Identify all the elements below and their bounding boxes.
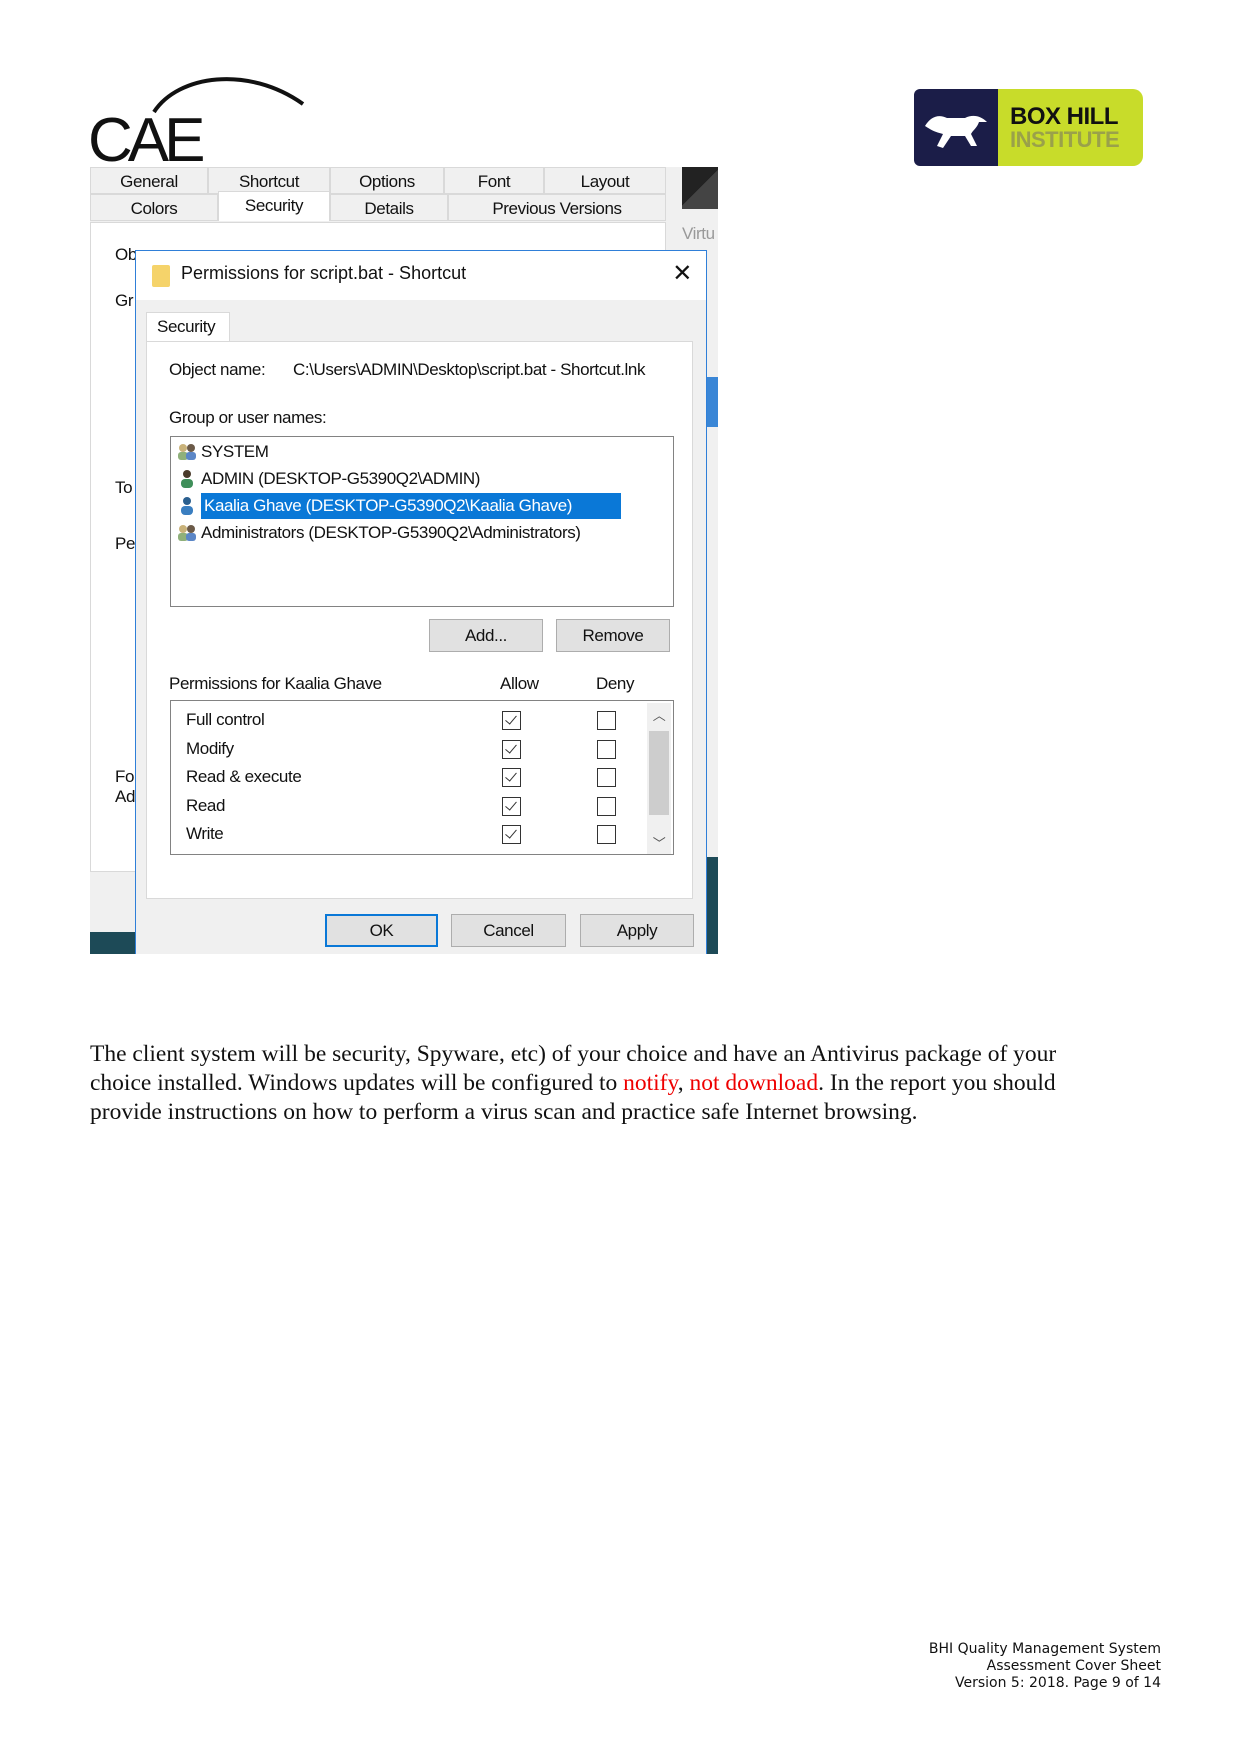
- desktop-background: [707, 857, 718, 954]
- deny-checkbox[interactable]: [597, 711, 616, 730]
- deny-checkbox[interactable]: [597, 739, 616, 759]
- obscured-text: Pe: [115, 534, 135, 553]
- background-window-text: Virtu: [682, 224, 715, 243]
- object-name-value: C:\Users\ADMIN\Desktop\script.bat - Shor…: [293, 360, 646, 379]
- footer-line: Version 5: 2018. Page 9 of 14: [955, 1675, 1161, 1691]
- cae-logo: CAE: [88, 70, 308, 172]
- allow-checkbox[interactable]: [502, 739, 521, 759]
- dialog-title: Permissions for script.bat - Shortcut: [181, 263, 467, 283]
- user-name: SYSTEM: [201, 442, 269, 461]
- user-list-item[interactable]: ADMIN (DESKTOP-G5390Q2\ADMIN): [177, 466, 480, 492]
- horse-icon: [914, 89, 998, 166]
- user-list-item[interactable]: Administrators (DESKTOP-G5390Q2\Administ…: [177, 520, 581, 546]
- tab-font[interactable]: Font: [444, 167, 544, 194]
- user-name: ADMIN (DESKTOP-G5390Q2\ADMIN): [201, 469, 481, 488]
- desktop-background: [90, 932, 135, 954]
- paragraph-text: choice installed. Windows updates will b…: [90, 1070, 624, 1096]
- permission-name: Full control: [186, 710, 265, 729]
- permission-name: Read & execute: [186, 767, 302, 786]
- page-footer: BHI Quality Management System Assessment…: [929, 1641, 1161, 1692]
- obscured-text: Ad: [115, 787, 135, 806]
- permissions-dialog: Permissions for script.bat - Shortcut ✕ …: [135, 250, 707, 954]
- user-name: Administrators (DESKTOP-G5390Q2\Administ…: [201, 523, 581, 542]
- obscured-text: Fo: [115, 767, 135, 786]
- tab-previous-versions[interactable]: Previous Versions: [448, 194, 666, 221]
- group-icon: [177, 523, 197, 543]
- allow-checkbox[interactable]: [502, 768, 521, 787]
- deny-header: Deny: [596, 674, 635, 693]
- paragraph-text: ,: [677, 1070, 690, 1096]
- deny-checkbox[interactable]: [597, 768, 616, 787]
- add-button[interactable]: Add...: [429, 619, 543, 652]
- tab-general[interactable]: General: [90, 167, 208, 194]
- close-icon[interactable]: ✕: [672, 259, 692, 288]
- deny-checkbox[interactable]: [597, 796, 616, 816]
- footer-line: Assessment Cover Sheet: [986, 1658, 1161, 1674]
- paragraph-text: provide instructions on how to perform a…: [90, 1099, 918, 1125]
- user-list[interactable]: SYSTEM ADMIN (DESKTOP-G5390Q2\ADMIN) Kaali…: [170, 436, 674, 607]
- cae-logo-text: CAE: [88, 106, 206, 175]
- paragraph-text: . In the report you should: [818, 1070, 1056, 1096]
- scrollbar-thumb[interactable]: [649, 731, 669, 815]
- allow-checkbox[interactable]: [502, 825, 521, 844]
- scroll-up-icon[interactable]: ︿: [647, 705, 671, 724]
- tab-security[interactable]: Security: [146, 312, 230, 342]
- permissions-label: Permissions for Kaalia Ghave: [169, 674, 382, 693]
- obscured-text: To: [115, 478, 133, 497]
- scrollbar[interactable]: ︿ ﹀: [647, 703, 671, 854]
- ok-button[interactable]: OK: [325, 914, 438, 947]
- tab-security[interactable]: Security: [218, 191, 330, 221]
- user-list-item[interactable]: SYSTEM: [177, 439, 269, 465]
- background-window-edge: [707, 377, 718, 427]
- permission-name: Modify: [186, 738, 234, 758]
- object-name-label: Object name:: [169, 360, 266, 379]
- logo-line2: INSTITUTE: [1010, 126, 1120, 152]
- dialog-title-bar: Permissions for script.bat - Shortcut ✕: [136, 251, 706, 300]
- security-panel: Object name: C:\Users\ADMIN\Desktop\scri…: [146, 341, 693, 899]
- group-icon: [177, 442, 197, 462]
- obscured-text: Ob: [115, 245, 137, 264]
- user-icon: [177, 469, 197, 489]
- cancel-button[interactable]: Cancel: [451, 914, 566, 947]
- apply-button[interactable]: Apply: [580, 914, 694, 947]
- tab-layout[interactable]: Layout: [544, 167, 666, 194]
- allow-checkbox[interactable]: [502, 796, 521, 816]
- logo-line1: BOX HILL: [1010, 102, 1119, 130]
- allow-header: Allow: [500, 674, 539, 693]
- paragraph-text: The client system will be security, Spyw…: [90, 1041, 1057, 1067]
- tab-options[interactable]: Options: [330, 167, 444, 194]
- background-window-edge: [682, 167, 718, 209]
- permission-name: Read: [186, 795, 226, 815]
- allow-checkbox[interactable]: [502, 711, 521, 730]
- highlighted-text-notify: notify: [623, 1070, 678, 1096]
- user-icon: [177, 496, 197, 516]
- group-label: Group or user names:: [169, 408, 327, 427]
- remove-button[interactable]: Remove: [556, 619, 670, 652]
- footer-line: BHI Quality Management System: [928, 1641, 1161, 1657]
- box-hill-logo: BOX HILL INSTITUTE: [914, 89, 1143, 166]
- tab-colors[interactable]: Colors: [90, 194, 218, 221]
- tab-shortcut[interactable]: Shortcut: [208, 167, 330, 194]
- permissions-list: Full control Modify Read & execute Read Writ…: [170, 700, 674, 855]
- user-name: Kaalia Ghave (DESKTOP-G5390Q2\Kaalia Gha…: [201, 493, 621, 519]
- scroll-down-icon[interactable]: ﹀: [647, 833, 671, 852]
- tab-details[interactable]: Details: [330, 194, 448, 221]
- folder-icon: [152, 265, 170, 287]
- permissions-screenshot: General Shortcut Options Font Layout Col…: [90, 167, 718, 954]
- highlighted-text-not-download: not download: [689, 1070, 819, 1096]
- deny-checkbox[interactable]: [597, 825, 616, 844]
- permission-name: Write: [186, 824, 224, 843]
- obscured-text: Gr: [115, 291, 134, 310]
- user-list-item[interactable]: Kaalia Ghave (DESKTOP-G5390Q2\Kaalia Gha…: [177, 493, 621, 519]
- body-paragraph: The client system will be security, Spyw…: [90, 1040, 1190, 1127]
